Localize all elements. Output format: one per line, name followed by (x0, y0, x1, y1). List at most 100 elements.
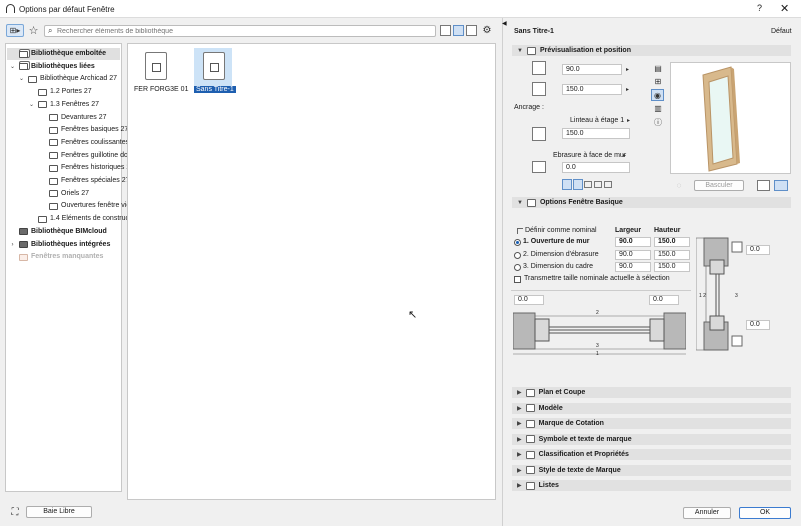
reveal-option-3-icon[interactable] (584, 181, 592, 188)
section-lists-header[interactable]: ▶ Listes (512, 480, 791, 491)
right-offset-field[interactable]: 0.0 (649, 295, 679, 305)
nominal-height-field[interactable]: 150.0 (654, 237, 690, 247)
reveal-dropdown-arrow-icon[interactable]: ▸ (623, 152, 626, 159)
section-symbol-label: Symbole et texte de marque (538, 435, 632, 443)
tree-item[interactable]: Fenêtres basiques 27 (39, 124, 128, 136)
list-view-button[interactable] (440, 25, 451, 36)
nominal-radio[interactable] (514, 264, 521, 271)
baie-libre-button[interactable]: Baie Libre (26, 506, 92, 518)
icon-view-button[interactable] (453, 25, 464, 36)
tree-item[interactable]: Fenêtres guillotine doul (39, 150, 133, 162)
height-menu-arrow-icon[interactable]: ▸ (626, 86, 629, 93)
reveal-option-buttons[interactable] (562, 179, 614, 190)
close-button[interactable]: ✕ (780, 2, 789, 15)
preview-3d-canvas[interactable] (670, 62, 791, 174)
section-icon (525, 419, 535, 428)
reveal-option-1-icon[interactable] (562, 179, 572, 190)
top-offset-field[interactable]: 0.0 (746, 245, 770, 255)
anchor-value-field[interactable]: 150.0 (562, 128, 630, 139)
plan-view-icon[interactable]: ▤ (652, 63, 664, 74)
library-tree-toggle-button[interactable]: ⊞▸ (6, 24, 24, 37)
nominal-width-field[interactable]: 90.0 (615, 237, 651, 247)
reveal-option-5-icon[interactable] (604, 181, 612, 188)
collapse-arrow-icon[interactable]: ◀ (502, 20, 507, 27)
cancel-button[interactable]: Annuler (683, 507, 731, 519)
width-menu-arrow-icon[interactable]: ▸ (626, 66, 629, 73)
file-label-selected[interactable]: Sans Titre-1 (194, 86, 236, 93)
left-offset-field[interactable]: 0.0 (514, 295, 544, 305)
bracket-line (517, 228, 523, 234)
chevron-right-icon[interactable]: › (9, 239, 16, 251)
tree-item[interactable]: Fenêtres spéciales 27 (39, 175, 129, 187)
window-plan-diagram (513, 312, 686, 355)
section-model-header[interactable]: ▶ Modèle (512, 402, 791, 414)
bottom-offset-field[interactable]: 0.0 (746, 320, 770, 330)
tree-item-label: Fenêtres spéciales 27 (61, 177, 130, 184)
mirror-left-icon[interactable] (757, 180, 770, 191)
tree-item[interactable]: Fenêtres historiques 27 (39, 162, 134, 174)
file-label[interactable]: FER FORG3E 01 (134, 86, 188, 93)
tree-item[interactable]: 1.4 Eléments de constructi (28, 213, 133, 225)
reveal-option-2-icon[interactable] (573, 179, 583, 190)
tree-item[interactable]: › Bibliothèques intégrées (9, 239, 110, 251)
tree-item[interactable]: 1.2 Portes 27 (28, 86, 92, 98)
chevron-down-icon[interactable]: ⌄ (28, 99, 35, 111)
tree-item[interactable]: Bibliothèque emboîtée (7, 48, 120, 60)
flip-button[interactable]: Basculer (694, 180, 744, 191)
transmit-checkbox[interactable] (514, 276, 521, 283)
3d-view-icon[interactable]: ◉ (651, 89, 664, 101)
section-classif-header[interactable]: ▶ Classification et Propriétés (512, 449, 791, 460)
section-basic-header[interactable]: ▼ Options Fenêtre Basique (512, 197, 791, 208)
nominal-width-field[interactable]: 90.0 (615, 262, 651, 272)
width-field[interactable]: 90.0 (562, 64, 622, 75)
anchor-dropdown[interactable]: Linteau à étage 1 (570, 117, 624, 124)
section-dim_marker-header[interactable]: ▶ Marque de Cotation (512, 418, 791, 429)
nominal-width-field[interactable]: 90.0 (615, 249, 651, 260)
search-box[interactable]: ⌕ (44, 25, 436, 37)
section-preview-header[interactable]: ▼ Prévisualisation et position (512, 45, 791, 56)
settings-gear-icon[interactable]: ⚙ (480, 24, 494, 37)
reveal-option-4-icon[interactable] (594, 181, 602, 188)
height-field[interactable]: 150.0 (562, 84, 622, 95)
tree-item[interactable]: Fenêtres coulissantes 27 (39, 137, 139, 149)
reveal-dropdown[interactable]: Ebrasure à face de mur (553, 152, 626, 159)
section-plan-header[interactable]: ▶ Plan et Coupe (512, 387, 791, 398)
nominal-radio[interactable] (514, 239, 521, 246)
info-icon[interactable]: ⓘ (652, 117, 664, 128)
tree-item[interactable]: Oriels 27 (39, 188, 89, 200)
tree-item[interactable]: ⌄ 1.3 Fenêtres 27 (28, 99, 99, 111)
grid-view-icon[interactable]: ⊞ (652, 76, 664, 87)
favorites-star-icon[interactable]: ☆ (27, 23, 40, 37)
tree-item[interactable]: Devantures 27 (39, 112, 107, 124)
tree-item[interactable]: ⌄ Bibliothèque Archicad 27 (18, 73, 117, 85)
preview-view-button[interactable] (466, 25, 477, 36)
section-view-icon[interactable]: ▥ (652, 103, 664, 114)
anchor-dropdown-arrow-icon[interactable]: ▸ (627, 117, 630, 124)
panel-divider[interactable] (502, 18, 503, 526)
reveal-value-field[interactable]: 0.0 (562, 162, 630, 173)
width-icon (532, 61, 546, 75)
chevron-down-icon[interactable]: ⌄ (18, 73, 25, 85)
tree-item-label: Bibliothèques liées (31, 62, 95, 70)
nominal-radio[interactable] (514, 251, 521, 259)
rotate-icon[interactable]: ◌ (670, 180, 688, 191)
chevron-down-icon[interactable]: ⌄ (9, 61, 16, 73)
file-tile-selected[interactable] (194, 48, 232, 87)
tree-item[interactable]: ⌄ Bibliothèques liées (9, 61, 95, 73)
nominal-height-field[interactable]: 150.0 (654, 262, 690, 272)
file-icon[interactable] (145, 52, 167, 80)
section-symbol-header[interactable]: ▶ Symbole et texte de marque (512, 433, 791, 445)
section-lists-label: Listes (538, 482, 559, 489)
section-marker_style-header[interactable]: ▶ Style de texte de Marque (512, 464, 791, 476)
tree-item[interactable]: Bibliothèque BIMcloud (9, 226, 107, 238)
folder-icon (49, 177, 58, 185)
help-button[interactable]: ? (757, 3, 762, 13)
section-icon (525, 388, 535, 397)
mirror-right-icon[interactable] (774, 180, 788, 191)
ok-button[interactable]: OK (739, 507, 791, 519)
tree-item[interactable]: Ouvertures fenêtre vides (39, 200, 138, 212)
nominal-height-field[interactable]: 150.0 (654, 249, 690, 260)
chevron-right-icon: ▶ (517, 467, 522, 474)
search-input[interactable] (57, 26, 427, 36)
tree-item[interactable]: Fenêtres manquantes (9, 251, 103, 263)
